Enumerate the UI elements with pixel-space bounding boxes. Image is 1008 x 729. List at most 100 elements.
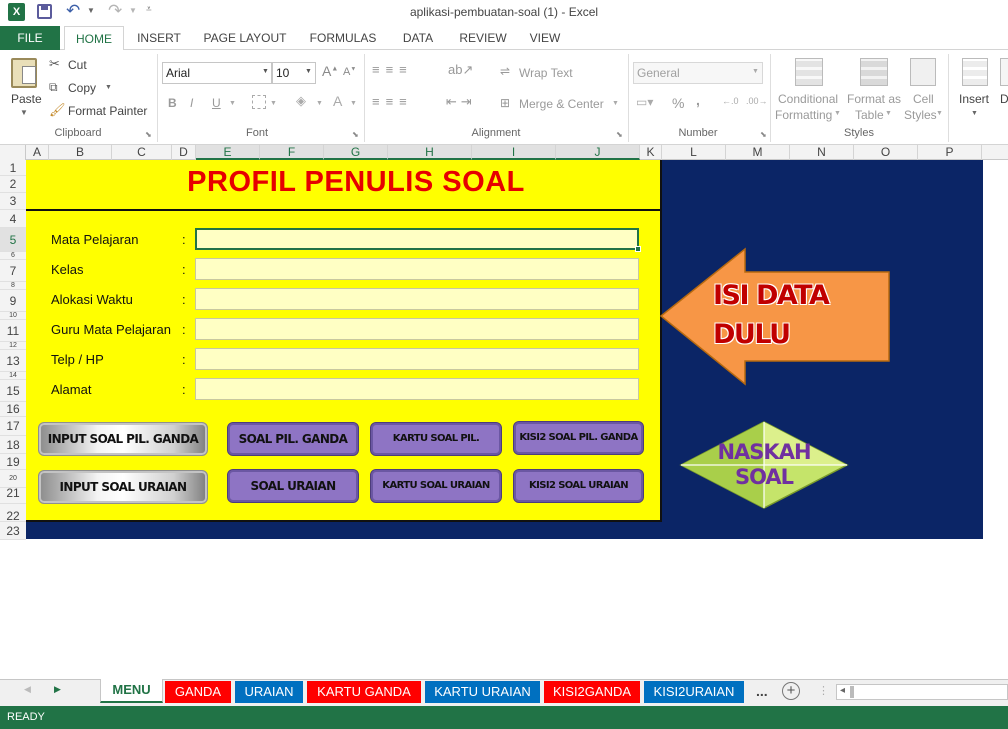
row-header[interactable]: 1: [0, 160, 26, 176]
column-header-b[interactable]: B: [49, 145, 112, 160]
font-size-dropdown-icon[interactable]: ▼: [305, 68, 312, 75]
column-header-m[interactable]: M: [726, 145, 790, 160]
horizontal-align-icons[interactable]: ≡≡≡: [372, 94, 413, 109]
arrow-left-shape[interactable]: [656, 244, 896, 390]
wrap-text-button[interactable]: Wrap Text: [519, 66, 573, 80]
row-header[interactable]: 13: [0, 350, 26, 372]
soal-pil-ganda-button[interactable]: SOAL PIL. GANDA: [227, 422, 359, 456]
tab-home[interactable]: HOME: [64, 26, 124, 51]
tab-file[interactable]: FILE: [0, 26, 60, 50]
merge-dropdown-icon[interactable]: ▼: [612, 100, 619, 107]
orientation-icon[interactable]: ab↗: [448, 62, 473, 78]
sheet-tab-kisi2uraian[interactable]: KISI2URAIAN: [644, 681, 744, 703]
row-header[interactable]: 10: [0, 312, 26, 320]
kisi2-soal-uraian-button[interactable]: KISI2 SOAL URAIAN: [513, 469, 644, 503]
column-header-c[interactable]: C: [112, 145, 172, 160]
column-header-n[interactable]: N: [790, 145, 854, 160]
telp-hp-field[interactable]: [195, 348, 639, 370]
conditional-formatting-label-1[interactable]: Conditional: [778, 92, 838, 106]
font-name-dropdown-icon[interactable]: ▼: [262, 68, 269, 75]
tab-data[interactable]: DATA: [392, 26, 444, 50]
cell-styles-label-2[interactable]: Styles: [904, 108, 937, 122]
accounting-format-icon[interactable]: ▭▾: [636, 95, 653, 109]
merge-icon[interactable]: ⊞: [500, 96, 510, 110]
increase-decimal-icon[interactable]: ←.0: [722, 96, 739, 106]
paste-icon[interactable]: [11, 58, 37, 88]
row-header[interactable]: 7: [0, 260, 26, 282]
row-header[interactable]: 23: [0, 522, 26, 540]
cut-icon[interactable]: ✂: [49, 56, 60, 72]
cut-button[interactable]: Cut: [68, 58, 87, 72]
conditional-formatting-label-2[interactable]: Formatting: [775, 108, 832, 122]
format-as-table-dropdown-icon[interactable]: ▼: [885, 110, 892, 117]
tab-insert[interactable]: INSERT: [130, 26, 188, 50]
column-header-o[interactable]: O: [854, 145, 918, 160]
select-all-corner[interactable]: [0, 145, 26, 160]
column-header-e[interactable]: E: [196, 145, 260, 160]
underline-button[interactable]: U: [212, 96, 221, 110]
number-launcher-icon[interactable]: ⬊: [760, 130, 767, 139]
font-launcher-icon[interactable]: ⬊: [352, 130, 359, 139]
scrollbar-thumb[interactable]: [850, 686, 854, 698]
format-as-table-label-1[interactable]: Format as: [847, 92, 901, 106]
sheet-tab-uraian[interactable]: URAIAN: [235, 681, 303, 703]
format-painter-button[interactable]: Format Painter: [68, 104, 147, 118]
tab-formulas[interactable]: FORMULAS: [304, 26, 382, 50]
alamat-field[interactable]: [195, 378, 639, 400]
merge-center-button[interactable]: Merge & Center: [519, 97, 604, 111]
scroll-left-icon[interactable]: ◂: [840, 685, 845, 696]
borders-icon[interactable]: [252, 95, 266, 109]
font-color-icon[interactable]: A: [333, 93, 342, 109]
alokasi-waktu-field[interactable]: [195, 288, 639, 310]
scroll-tabs-right-icon[interactable]: ▶: [54, 684, 61, 695]
column-header-d[interactable]: D: [172, 145, 196, 160]
format-as-table-label-2[interactable]: Table: [855, 108, 884, 122]
italic-button[interactable]: I: [190, 96, 193, 110]
alignment-launcher-icon[interactable]: ⬊: [616, 130, 623, 139]
cell-styles-dropdown-icon[interactable]: ▼: [936, 110, 943, 117]
new-sheet-icon[interactable]: +: [782, 682, 800, 700]
sheet-tab-kisi2ganda[interactable]: KISI2GANDA: [544, 681, 640, 703]
row-header[interactable]: 11: [0, 320, 26, 342]
row-header[interactable]: 15: [0, 380, 26, 402]
tab-page-layout[interactable]: PAGE LAYOUT: [196, 26, 294, 50]
input-soal-uraian-button[interactable]: INPUT SOAL URAIAN: [38, 470, 208, 504]
tab-review[interactable]: REVIEW: [452, 26, 514, 50]
sheet-tab-kartu-ganda[interactable]: KARTU GANDA: [307, 681, 421, 703]
cell-styles-label-1[interactable]: Cell: [913, 92, 934, 106]
column-header-a[interactable]: A: [26, 145, 49, 160]
column-header-k[interactable]: K: [640, 145, 662, 160]
kisi2-soal-pil-ganda-button[interactable]: KISI2 SOAL PIL. GANDA: [513, 421, 644, 455]
percent-style-button[interactable]: %: [672, 95, 684, 111]
conditional-formatting-dropdown-icon[interactable]: ▼: [834, 110, 841, 117]
delete-cells-button[interactable]: D: [1000, 92, 1008, 106]
format-painter-icon[interactable]: 🖌: [49, 102, 66, 118]
copy-icon[interactable]: ⧉: [49, 80, 58, 95]
row-header[interactable]: 18: [0, 436, 26, 454]
number-format-combo[interactable]: General: [633, 62, 763, 84]
vertical-align-icons[interactable]: ≡≡≡: [372, 62, 413, 77]
number-format-dropdown-icon[interactable]: ▼: [752, 68, 759, 75]
row-header[interactable]: 19: [0, 454, 26, 470]
column-header-p[interactable]: P: [918, 145, 982, 160]
row-header[interactable]: 17: [0, 417, 26, 436]
row-header[interactable]: 3: [0, 193, 26, 210]
soal-uraian-button[interactable]: SOAL URAIAN: [227, 469, 359, 503]
fill-handle[interactable]: [635, 246, 641, 252]
row-header[interactable]: 16: [0, 402, 26, 417]
input-soal-pil-ganda-button[interactable]: INPUT SOAL PIL. GANDA: [38, 422, 208, 456]
copy-button[interactable]: Copy: [68, 81, 96, 95]
paste-dropdown-icon[interactable]: ▼: [20, 108, 28, 117]
row-header-selected[interactable]: 5: [0, 228, 26, 252]
column-header-i[interactable]: I: [472, 145, 556, 160]
format-as-table-icon[interactable]: [860, 58, 888, 86]
clipboard-launcher-icon[interactable]: ⬊: [145, 130, 152, 139]
insert-cells-dropdown-icon[interactable]: ▼: [971, 110, 978, 117]
column-header-g[interactable]: G: [324, 145, 388, 160]
scroll-tabs-left-icon[interactable]: ◀: [24, 684, 31, 695]
sheet-tab-ganda[interactable]: GANDA: [165, 681, 231, 703]
row-header[interactable]: 21: [0, 487, 26, 504]
sheet-tab-menu[interactable]: MENU: [100, 679, 163, 703]
cell-styles-icon[interactable]: [910, 58, 936, 86]
font-name-combo[interactable]: Arial: [162, 62, 272, 84]
